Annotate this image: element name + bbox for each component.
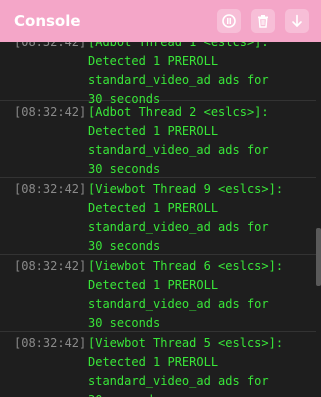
log-entry: [08:32:42] [Adbot Thread 2 <eslcs>]: Det… <box>0 101 316 178</box>
log-message: [Viewbot Thread 5 <eslcs>]: Detected 1 P… <box>88 336 284 397</box>
log-message: [Adbot Thread 1 <eslcs>]: Detected 1 PRE… <box>88 35 269 106</box>
scrollbar-track[interactable] <box>316 42 321 397</box>
log-timestamp: [08:32:42] <box>14 182 87 196</box>
log-timestamp: [08:32:42] <box>14 336 87 350</box>
clear-button[interactable] <box>251 9 275 33</box>
arrow-down-icon <box>289 13 305 29</box>
log-message: [Viewbot Thread 6 <eslcs>]: Detected 1 P… <box>88 259 284 330</box>
log-message: [Viewbot Thread 9 <eslcs>]: Detected 1 P… <box>88 182 284 253</box>
console-log[interactable]: [08:32:42] [Adbot Thread 1 <eslcs>]: Det… <box>0 31 316 397</box>
scroll-to-bottom-button[interactable] <box>285 9 309 33</box>
log-entry: [08:32:42] [Viewbot Thread 9 <eslcs>]: D… <box>0 178 316 255</box>
log-timestamp: [08:32:42] <box>14 105 87 119</box>
log-message: [Adbot Thread 2 <eslcs>]: Detected 1 PRE… <box>88 105 269 176</box>
pause-button[interactable] <box>217 9 241 33</box>
log-timestamp: [08:32:42] <box>14 259 87 273</box>
trash-icon <box>255 13 271 29</box>
log-timestamp: [08:32:42] <box>14 35 87 49</box>
console-title: Console <box>14 12 81 30</box>
console-panel: [08:32:42] [Adbot Thread 1 <eslcs>]: Det… <box>0 0 321 397</box>
log-entry: [08:32:42] [Viewbot Thread 6 <eslcs>]: D… <box>0 255 316 332</box>
log-entry: [08:32:42] [Viewbot Thread 5 <eslcs>]: D… <box>0 332 316 397</box>
scrollbar-thumb[interactable] <box>316 228 321 286</box>
console-header: Console <box>0 0 321 42</box>
pause-icon <box>221 13 237 29</box>
